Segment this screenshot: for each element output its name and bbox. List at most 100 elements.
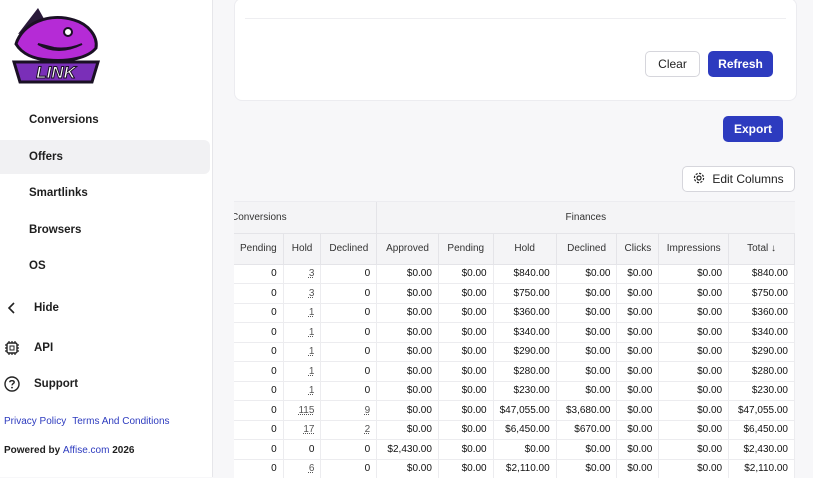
- cell-fin-pending: $0.00: [438, 283, 494, 304]
- cell-fin-impressions: $0.00: [658, 459, 730, 478]
- cell-fin-declined: $0.00: [556, 439, 618, 460]
- cell-fin-approved: $0.00: [376, 420, 439, 440]
- cell-fin-clicks: $0.00: [616, 303, 660, 323]
- cell-conv-hold[interactable]: 1: [283, 381, 322, 401]
- column-header-conv-hold[interactable]: Hold: [283, 233, 322, 265]
- cell-fin-impressions: $0.00: [658, 342, 730, 362]
- cell-conv-pending: 0: [234, 342, 284, 362]
- api-label: API: [34, 342, 54, 354]
- cell-fin-impressions: $0.00: [658, 283, 730, 304]
- cell-fin-approved: $0.00: [376, 342, 439, 362]
- cell-conv-declined: 0: [320, 322, 378, 343]
- cell-fin-total: $2,110.00: [728, 459, 795, 478]
- cell-fin-hold: $230.00: [493, 381, 557, 401]
- sidebar-item-label: OS: [29, 260, 46, 272]
- cell-conv-hold[interactable]: 1: [283, 303, 322, 323]
- filter-divider: [245, 18, 786, 19]
- table-row: 0 17 2 $0.00 $0.00 $6,450.00 $670.00 $0.00 $0.00…: [234, 420, 795, 440]
- column-header-fin-hold[interactable]: Hold: [493, 233, 557, 265]
- column-header-conv-pending[interactable]: Pending: [234, 233, 284, 265]
- column-header-conv-declined[interactable]: Declined: [320, 233, 378, 265]
- cell-conv-declined: 0: [320, 264, 378, 284]
- table-row: 0 1 0 $0.00 $0.00 $360.00 $0.00 $0.00 $0.00 $360.…: [234, 303, 795, 323]
- cell-fin-declined: $0.00: [556, 381, 618, 401]
- table-row: 0 115 9 $0.00 $0.00 $47,055.00 $3,680.00 $0.00 $…: [234, 400, 795, 421]
- cell-fin-impressions: $0.00: [658, 439, 730, 460]
- cell-conv-hold[interactable]: 3: [283, 283, 322, 304]
- cell-conv-declined: 0: [320, 303, 378, 323]
- stats-table: Conversions Finances Pending Hold Declined…: [234, 201, 795, 478]
- table-row: 0 1 0 $0.00 $0.00 $280.00 $0.00 $0.00 $0.00 $280.…: [234, 361, 795, 382]
- cell-fin-total: $360.00: [728, 303, 795, 323]
- terms-link[interactable]: Terms And Conditions: [72, 416, 169, 427]
- column-header-fin-declined[interactable]: Declined: [556, 233, 618, 265]
- cell-fin-pending: $0.00: [438, 303, 494, 323]
- cell-fin-impressions: $0.00: [658, 264, 730, 284]
- cell-conv-hold[interactable]: 1: [283, 342, 322, 362]
- hide-sidebar-button[interactable]: Hide: [4, 297, 59, 319]
- column-header-fin-clicks[interactable]: Clicks: [616, 233, 660, 265]
- sidebar: LINK Conversions Offers Smartlinks Brows…: [0, 0, 213, 477]
- cell-fin-declined: $0.00: [556, 322, 618, 343]
- cell-fin-total: $47,055.00: [728, 400, 795, 421]
- export-button[interactable]: Export: [723, 116, 783, 142]
- table-row: 0 1 0 $0.00 $0.00 $230.00 $0.00 $0.00 $0.00 $230.…: [234, 381, 795, 401]
- cell-fin-impressions: $0.00: [658, 420, 730, 440]
- cell-conv-hold[interactable]: 17: [283, 420, 322, 440]
- column-header-fin-impressions[interactable]: Impressions: [658, 233, 730, 265]
- clear-button[interactable]: Clear: [645, 51, 700, 77]
- cell-conv-declined[interactable]: 9: [320, 400, 378, 421]
- chevron-left-icon: [4, 300, 20, 316]
- cell-fin-total: $340.00: [728, 322, 795, 343]
- sidebar-item-browsers[interactable]: Browsers: [0, 213, 210, 247]
- cell-fin-clicks: $0.00: [616, 361, 660, 382]
- cell-conv-hold[interactable]: 115: [283, 400, 322, 421]
- cell-conv-declined: 0: [320, 342, 378, 362]
- cell-fin-clicks: $0.00: [616, 400, 660, 421]
- sidebar-item-offers[interactable]: Offers: [0, 140, 210, 174]
- hide-label: Hide: [34, 302, 59, 314]
- cell-conv-declined: 0: [320, 361, 378, 382]
- column-header-fin-total[interactable]: Total ↓: [728, 233, 795, 265]
- shark-logo-icon[interactable]: LINK: [8, 4, 104, 90]
- cell-fin-approved: $0.00: [376, 400, 439, 421]
- cell-conv-hold[interactable]: 6: [283, 459, 322, 478]
- cell-fin-approved: $0.00: [376, 459, 439, 478]
- sidebar-item-os[interactable]: OS: [0, 249, 210, 283]
- cell-fin-total: $230.00: [728, 381, 795, 401]
- edit-columns-button[interactable]: Edit Columns: [682, 166, 795, 192]
- powered-year: 2026: [112, 445, 135, 456]
- sidebar-item-support[interactable]: Support: [4, 373, 78, 395]
- cell-conv-pending: 0: [234, 361, 284, 382]
- gear-icon: [693, 172, 705, 187]
- column-header-fin-pending[interactable]: Pending: [438, 233, 494, 265]
- cell-fin-clicks: $0.00: [616, 439, 660, 460]
- cell-fin-declined: $3,680.00: [556, 400, 618, 421]
- cell-fin-total: $840.00: [728, 264, 795, 284]
- cell-conv-pending: 0: [234, 459, 284, 478]
- cell-conv-hold[interactable]: 1: [283, 361, 322, 382]
- sidebar-item-conversions[interactable]: Conversions: [0, 103, 210, 137]
- column-header-fin-approved[interactable]: Approved: [376, 233, 439, 265]
- affise-link[interactable]: Affise.com: [63, 445, 110, 456]
- cell-conv-hold[interactable]: 1: [283, 322, 322, 343]
- support-label: Support: [34, 378, 79, 390]
- cell-fin-impressions: $0.00: [658, 361, 730, 382]
- stats-grid: Conversions Finances Pending Hold Declined…: [234, 202, 795, 478]
- sidebar-item-api[interactable]: API: [4, 337, 53, 359]
- cell-fin-clicks: $0.00: [616, 342, 660, 362]
- cell-fin-declined: $0.00: [556, 342, 618, 362]
- privacy-policy-link[interactable]: Privacy Policy: [4, 416, 66, 427]
- table-row: 0 1 0 $0.00 $0.00 $290.00 $0.00 $0.00 $0.00 $290.…: [234, 342, 795, 362]
- cell-conv-hold[interactable]: 3: [283, 264, 322, 284]
- refresh-button[interactable]: Refresh: [708, 51, 773, 77]
- cell-fin-total: $6,450.00: [728, 420, 795, 440]
- cell-conv-declined[interactable]: 2: [320, 420, 378, 440]
- cell-fin-hold: $340.00: [493, 322, 557, 343]
- cell-conv-pending: 0: [234, 322, 284, 343]
- group-header-conversions: Conversions: [234, 202, 378, 234]
- cell-fin-hold: $750.00: [493, 283, 557, 304]
- sidebar-item-smartlinks[interactable]: Smartlinks: [0, 176, 210, 210]
- cell-conv-declined: 0: [320, 459, 378, 478]
- cell-fin-pending: $0.00: [438, 264, 494, 284]
